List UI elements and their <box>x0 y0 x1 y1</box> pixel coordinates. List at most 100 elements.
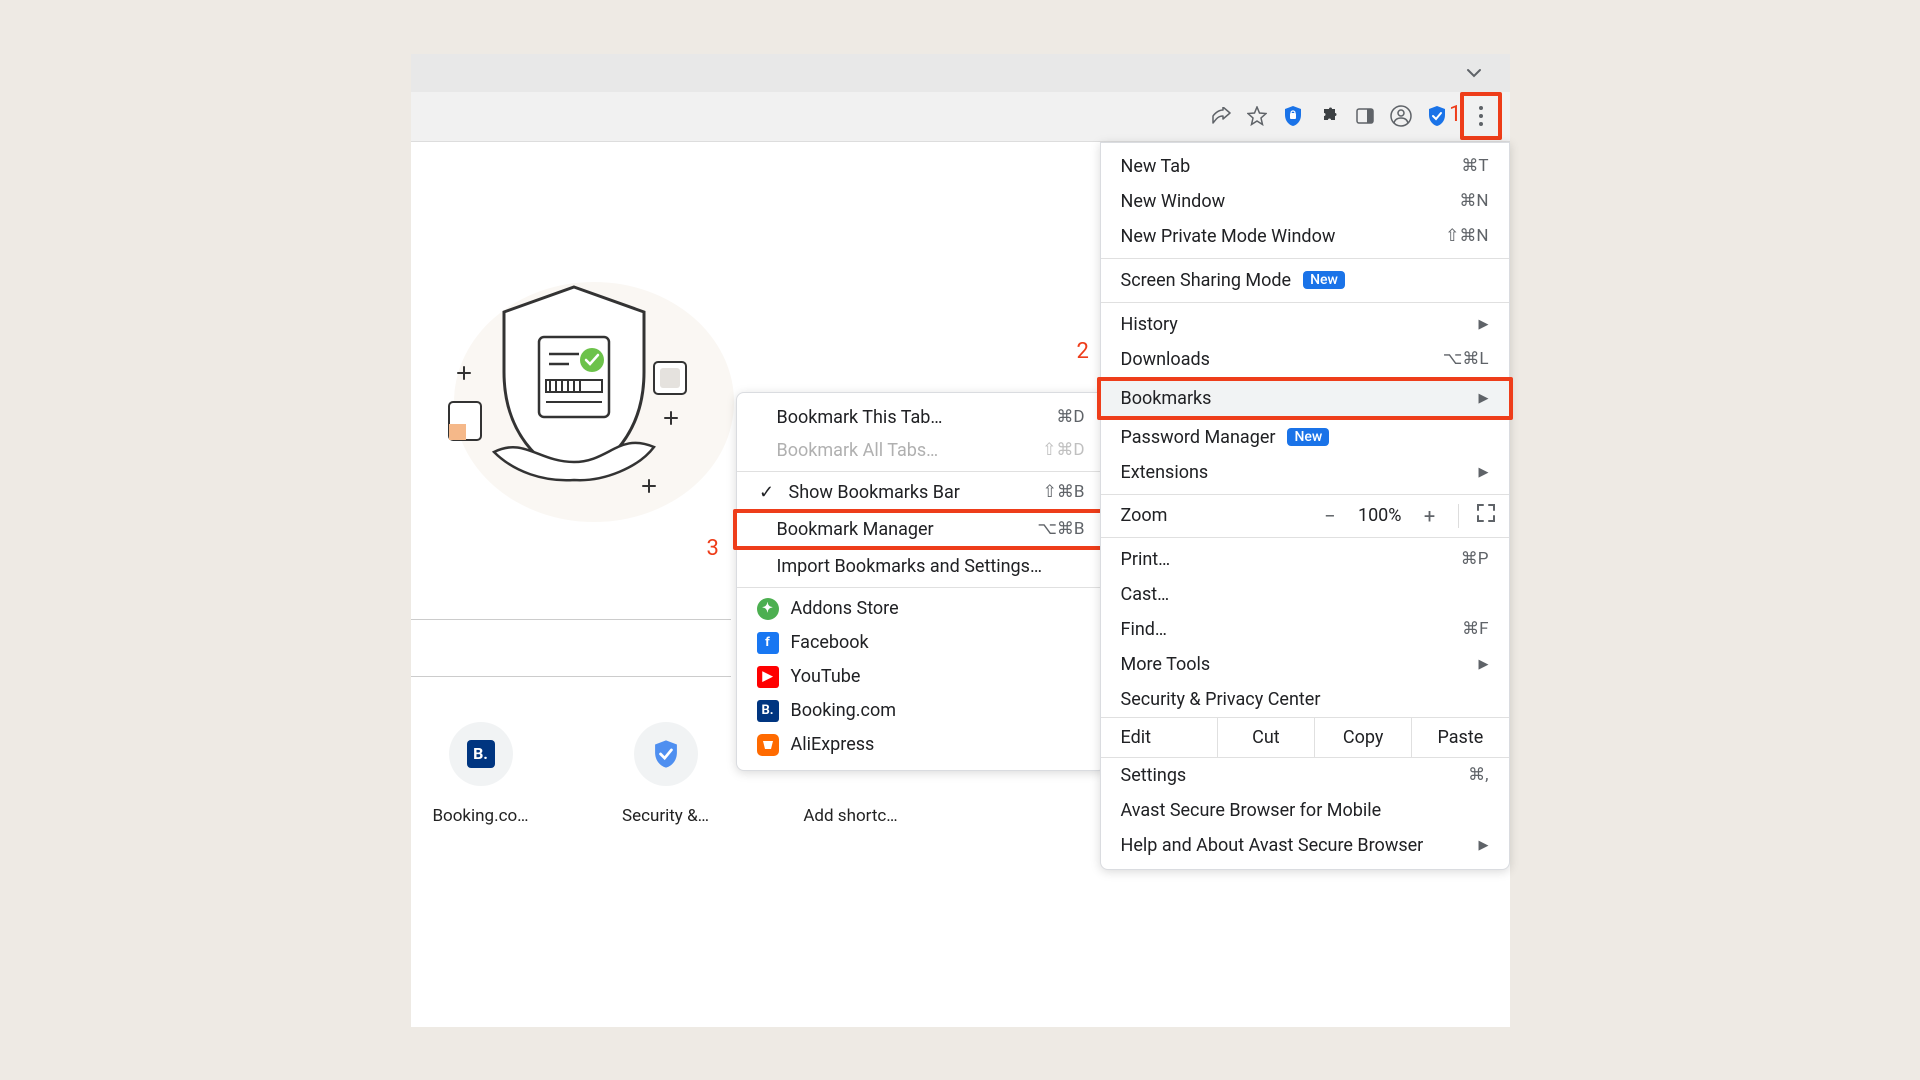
profile-icon[interactable] <box>1388 103 1414 129</box>
menu-label: More Tools <box>1121 654 1211 675</box>
fullscreen-icon[interactable] <box>1477 504 1495 527</box>
step-2-label: 2 <box>1077 339 1089 364</box>
menu-find[interactable]: Find… ⌘F <box>1101 612 1509 647</box>
facebook-icon: f <box>757 632 779 654</box>
menu-shortcut: ⌘, <box>1468 765 1488 785</box>
menu-new-window[interactable]: New Window ⌘N <box>1101 184 1509 219</box>
tab-bar <box>411 54 1510 92</box>
new-badge: New <box>1303 271 1345 289</box>
menu-shortcut: ⇧⌘B <box>1043 482 1085 502</box>
extensions-icon[interactable] <box>1316 103 1342 129</box>
menu-label: Security & Privacy Center <box>1121 689 1321 710</box>
chevron-right-icon: ▶ <box>1479 657 1489 672</box>
menu-more-tools[interactable]: More Tools ▶ <box>1101 647 1509 682</box>
zoom-in-button[interactable]: + <box>1420 504 1440 528</box>
menu-label: Avast Secure Browser for Mobile <box>1121 800 1382 821</box>
shortcut-booking[interactable]: B. Booking.co… <box>431 722 531 826</box>
submenu-aliexpress[interactable]: AliExpress <box>737 728 1105 762</box>
menu-new-tab[interactable]: New Tab ⌘T <box>1101 149 1509 184</box>
submenu-booking[interactable]: B.Booking.com <box>737 694 1105 728</box>
menu-label: Settings <box>1121 765 1187 786</box>
star-icon[interactable] <box>1244 103 1270 129</box>
security-shield-icon[interactable] <box>1280 103 1306 129</box>
booking-icon: B. <box>449 722 513 786</box>
chevron-down-icon[interactable] <box>1466 62 1482 83</box>
share-icon[interactable] <box>1208 103 1234 129</box>
submenu-bookmark-all: Bookmark All Tabs… ⇧⌘D <box>737 434 1105 467</box>
menu-print[interactable]: Print… ⌘P <box>1101 542 1509 577</box>
sidepanel-icon[interactable] <box>1352 103 1378 129</box>
menu-settings[interactable]: Settings ⌘, <box>1101 758 1509 793</box>
addons-icon: ✦ <box>757 598 779 620</box>
menu-label: Print… <box>1121 549 1171 570</box>
hero-illustration <box>414 262 764 522</box>
chevron-right-icon: ▶ <box>1479 838 1489 853</box>
menu-separator <box>1101 494 1509 495</box>
menu-shortcut: ⌥⌘B <box>1037 519 1084 539</box>
menu-label: Zoom <box>1115 505 1168 526</box>
menu-history[interactable]: History ▶ <box>1101 307 1509 342</box>
menu-label: Show Bookmarks Bar <box>789 482 960 503</box>
shortcut-label: Booking.co… <box>432 806 528 826</box>
menu-label: YouTube <box>791 666 861 687</box>
submenu-youtube[interactable]: ▶YouTube <box>737 660 1105 694</box>
avast-shield-icon[interactable] <box>1424 103 1450 129</box>
menu-shortcut: ⇧⌘N <box>1445 226 1488 246</box>
content-area: B. Booking.co… Security &… Add shortc… 3… <box>411 142 1510 1027</box>
menu-downloads[interactable]: Downloads ⌥⌘L <box>1101 342 1509 377</box>
menu-zoom: Zoom − 100% + <box>1101 499 1509 533</box>
menu-shortcut: ⌘D <box>1056 407 1084 427</box>
menu-bookmarks[interactable]: Bookmarks ▶ <box>1101 381 1509 416</box>
menu-security-center[interactable]: Security & Privacy Center <box>1101 682 1509 717</box>
menu-label: Booking.com <box>791 700 897 721</box>
zoom-out-button[interactable]: − <box>1320 504 1340 528</box>
menu-edit-row: Edit Cut Copy Paste <box>1101 717 1509 758</box>
submenu-bookmark-manager[interactable]: Bookmark Manager ⌥⌘B <box>737 513 1105 546</box>
submenu-show-bar[interactable]: ✓Show Bookmarks Bar ⇧⌘B <box>737 476 1105 509</box>
cut-button[interactable]: Cut <box>1218 718 1315 757</box>
step-3-label: 3 <box>707 536 719 561</box>
menu-label: Downloads <box>1121 349 1210 370</box>
menu-separator <box>1101 258 1509 259</box>
menu-separator <box>1101 537 1509 538</box>
menu-extensions[interactable]: Extensions ▶ <box>1101 455 1509 490</box>
security-icon <box>634 722 698 786</box>
menu-separator <box>737 587 1105 588</box>
menu-label: AliExpress <box>791 734 875 755</box>
menu-avast-mobile[interactable]: Avast Secure Browser for Mobile <box>1101 793 1509 828</box>
menu-label: Bookmarks <box>1121 388 1212 409</box>
submenu-import[interactable]: Import Bookmarks and Settings… <box>737 550 1105 583</box>
menu-label: New Private Mode Window <box>1121 226 1336 247</box>
aliexpress-icon <box>757 734 779 756</box>
menu-label: New Tab <box>1121 156 1191 177</box>
submenu-addons[interactable]: ✦Addons Store <box>737 592 1105 626</box>
copy-button[interactable]: Copy <box>1315 718 1412 757</box>
paste-button[interactable]: Paste <box>1412 718 1508 757</box>
menu-cast[interactable]: Cast… <box>1101 577 1509 612</box>
shortcut-security[interactable]: Security &… <box>616 722 716 826</box>
submenu-bookmark-tab[interactable]: Bookmark This Tab… ⌘D <box>737 401 1105 434</box>
new-badge: New <box>1287 428 1329 446</box>
menu-label: Facebook <box>791 632 869 653</box>
menu-separator <box>1101 302 1509 303</box>
menu-label: History <box>1121 314 1178 335</box>
submenu-facebook[interactable]: f Facebook <box>737 626 1105 660</box>
menu-label: Password Manager <box>1121 427 1276 448</box>
chevron-right-icon: ▶ <box>1479 317 1489 332</box>
menu-screen-sharing[interactable]: Screen Sharing Mode New <box>1101 263 1509 298</box>
menu-label: Bookmark Manager <box>777 519 934 540</box>
toolbar <box>411 92 1510 142</box>
menu-password-manager[interactable]: Password Manager New <box>1101 420 1509 455</box>
main-menu: 2 New Tab ⌘T New Window ⌘N New Private M… <box>1100 142 1510 870</box>
zoom-value: 100% <box>1358 505 1402 526</box>
menu-help[interactable]: Help and About Avast Secure Browser ▶ <box>1101 828 1509 863</box>
bookmarks-submenu: 3 Bookmark This Tab… ⌘D Bookmark All Tab… <box>736 392 1106 771</box>
menu-label: Screen Sharing Mode <box>1121 270 1292 291</box>
menu-new-private[interactable]: New Private Mode Window ⇧⌘N <box>1101 219 1509 254</box>
menu-shortcut: ⌘N <box>1459 191 1488 211</box>
chevron-right-icon: ▶ <box>1479 465 1489 480</box>
menu-label: Help and About Avast Secure Browser <box>1121 835 1424 856</box>
menu-shortcut: ⌘F <box>1462 619 1488 639</box>
kebab-menu-icon[interactable] <box>1460 92 1502 140</box>
menu-shortcut: ⌘T <box>1461 156 1488 176</box>
